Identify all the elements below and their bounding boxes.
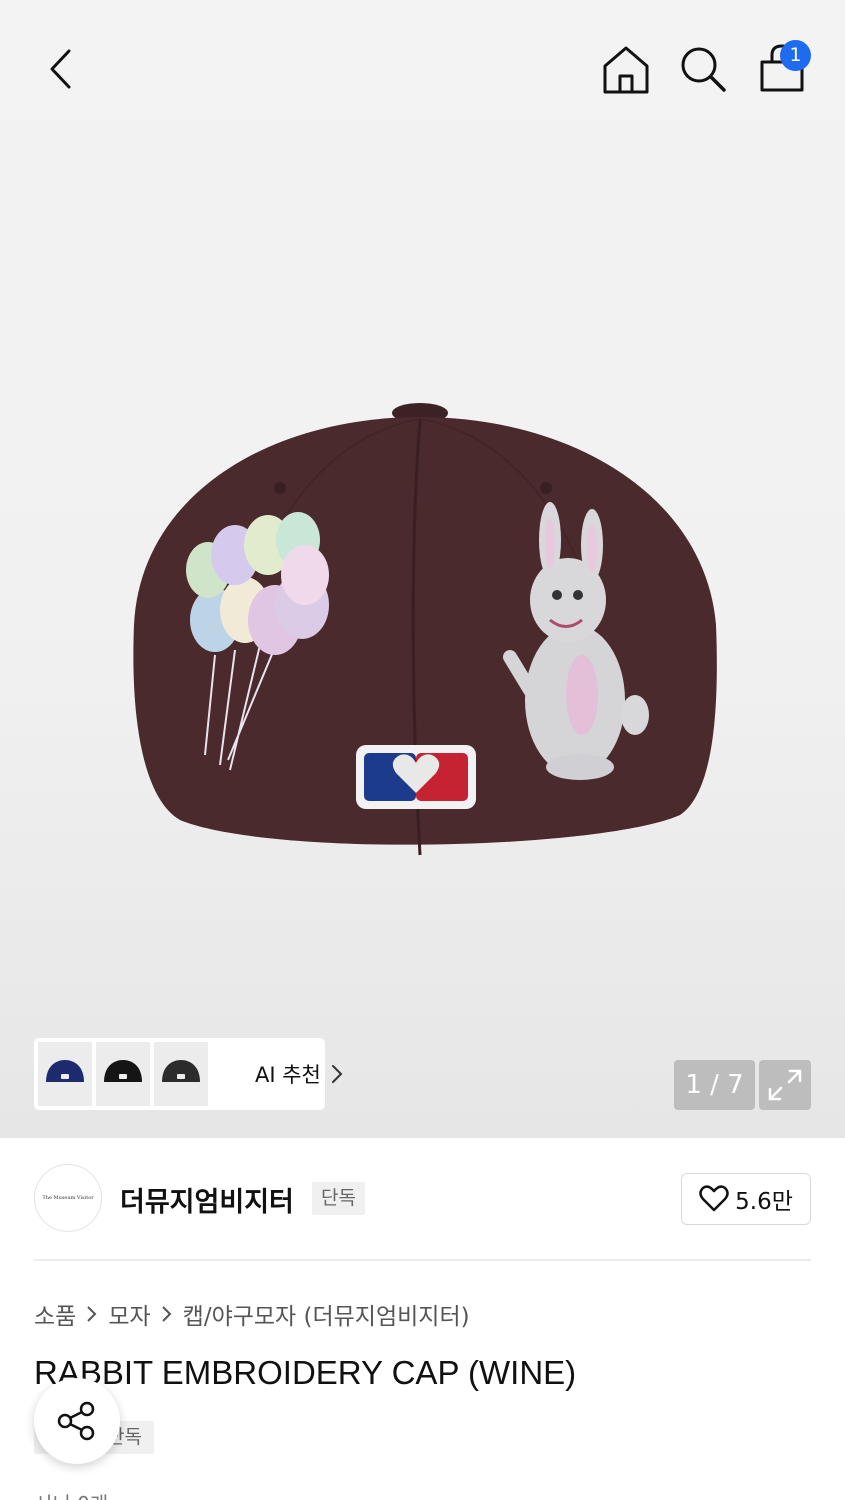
top-navigation-bar: 1	[0, 0, 845, 140]
brand-exclusive-badge: 단독	[312, 1182, 365, 1215]
cart-count-badge: 1	[780, 40, 811, 71]
expand-icon	[768, 1069, 802, 1101]
expand-image-button[interactable]	[759, 1060, 811, 1110]
cap-icon	[162, 1060, 200, 1082]
cut-off-text: 시니 0개	[34, 1488, 108, 1500]
breadcrumb-item[interactable]: 캡/야구모자 (더뮤지엄비지터)	[183, 1297, 470, 1331]
home-icon	[603, 46, 649, 94]
thumbnail-black-cap[interactable]	[96, 1042, 150, 1106]
cap-icon	[46, 1060, 84, 1082]
image-counter: 1 / 7	[674, 1060, 755, 1110]
related-thumbnail-strip: AI 추천	[34, 1038, 343, 1110]
brand-row: The Museum Visitor 더뮤지엄비지터 단독 5.6만	[34, 1164, 811, 1234]
ai-recommendation-label: AI 추천	[255, 1063, 321, 1087]
breadcrumb: 소품 모자 캡/야구모자 (더뮤지엄비지터)	[34, 1296, 470, 1332]
product-title: RABBIT EMBROIDERY CAP (WINE)	[34, 1354, 577, 1391]
breadcrumb-item[interactable]: 소품	[34, 1297, 76, 1331]
share-icon	[57, 1401, 95, 1441]
chevron-right-icon	[331, 1065, 343, 1083]
thumbnail-navy-cap[interactable]	[38, 1042, 92, 1106]
brand-name[interactable]: 더뮤지엄비지터	[120, 1180, 294, 1219]
brand-logo[interactable]: The Museum Visitor	[34, 1164, 102, 1232]
like-count: 5.6만	[735, 1189, 793, 1215]
brand-logo-text: The Museum Visitor	[42, 1195, 94, 1201]
heart-patch	[356, 745, 476, 809]
brand-like-button[interactable]: 5.6만	[681, 1173, 811, 1225]
heart-icon	[699, 1185, 729, 1212]
home-button[interactable]	[600, 44, 652, 96]
breadcrumb-item[interactable]: 모자	[108, 1297, 150, 1331]
search-button[interactable]	[678, 44, 728, 94]
divider	[34, 1259, 811, 1261]
ai-recommendation-link[interactable]: AI 추천	[255, 1058, 343, 1090]
product-image-gallery[interactable]: 1 AI 추천 1 / 7	[0, 0, 845, 1138]
cap-icon	[104, 1060, 142, 1082]
search-icon	[681, 47, 726, 92]
back-button[interactable]	[40, 46, 84, 92]
product-photo[interactable]	[120, 395, 730, 875]
thumbnail-charcoal-cap[interactable]	[154, 1042, 208, 1106]
share-button[interactable]	[34, 1378, 120, 1464]
chevron-left-icon	[50, 49, 71, 89]
chevron-right-icon	[161, 1305, 173, 1323]
chevron-right-icon	[86, 1305, 98, 1323]
